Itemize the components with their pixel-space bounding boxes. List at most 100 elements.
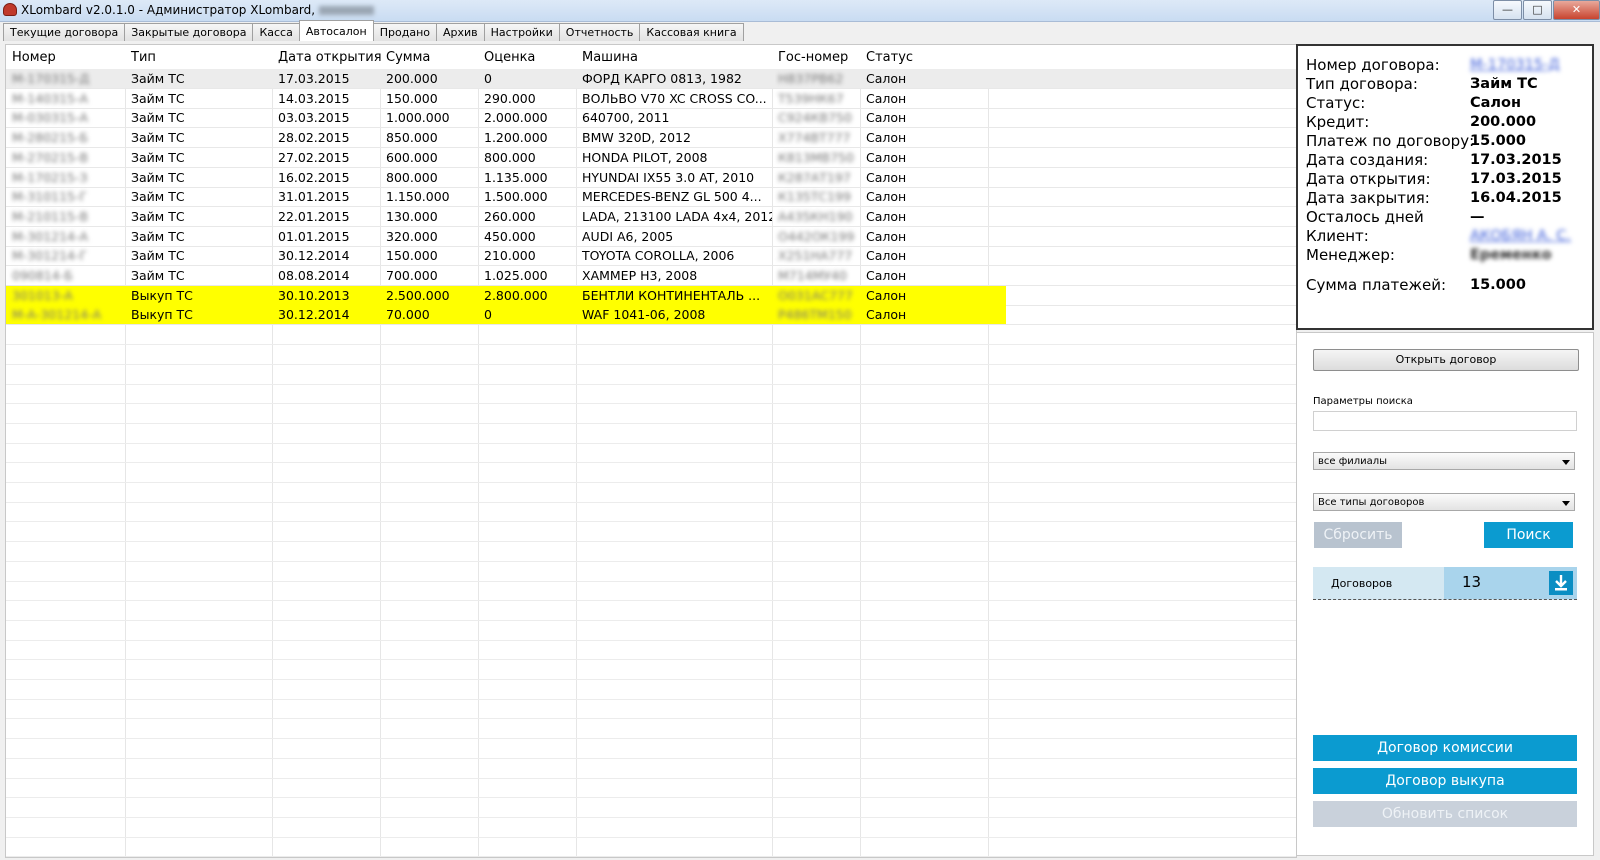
minimize-icon[interactable]: — [1493,0,1522,20]
cell-date: 14.03.2015 [278,90,350,106]
cell-plate: Х774ВТ777 [778,130,851,146]
open-contract-button[interactable]: Открыть договор [1313,349,1579,371]
cell-status: Салон [866,307,907,323]
cell-type: Займ ТС [131,248,185,264]
cell-sum: 150.000 [386,90,438,106]
search-button[interactable]: Поиск [1484,522,1573,548]
search-input[interactable] [1313,411,1577,431]
col-header-sum[interactable]: Сумма [380,45,478,69]
branch-select-value: все филиалы [1318,456,1388,467]
tab-sold[interactable]: Продано [372,23,437,41]
cell-num: М-301214-Г [12,248,88,264]
table-row[interactable]: 301013-А Выкуп ТС 30.10.2013 2.500.000 2.800… [6,285,1296,306]
cell-car: HONDA PILOT, 2008 [582,149,708,165]
empty-row [6,424,1296,444]
empty-row [6,719,1296,740]
cell-plate: К287АТ197 [778,169,851,185]
col-header-estimate[interactable]: Оценка [478,45,576,69]
col-header-status[interactable]: Статус [860,45,988,69]
col-header-type[interactable]: Тип [125,45,272,69]
reset-button[interactable]: Сбросить [1314,522,1402,548]
download-icon[interactable] [1549,571,1573,595]
cell-plate: К813МВ750 [778,149,854,165]
cell-car: HYUNDAI IX55 3.0 AT, 2010 [582,169,755,185]
refresh-list-button[interactable]: Обновить список [1313,801,1577,827]
col-header-car[interactable]: Машина [576,45,772,69]
detail-label: Кредит: [1306,113,1370,131]
cell-sum: 850.000 [386,130,438,146]
table-row[interactable]: 090814-Б Займ ТС 08.08.2014 700.000 1.025.00… [6,266,1296,286]
table-row[interactable]: М-210115-В Займ ТС 22.01.2015 130.000 260.00… [6,207,1296,227]
cell-plate: М714МУ40 [778,268,847,283]
table-row[interactable]: М-170215-З Займ ТС 16.02.2015 800.000 1.135.… [6,168,1296,188]
detail-value: 16.04.2015 [1470,190,1562,206]
cell-date: 17.03.2015 [278,71,350,86]
table-row[interactable]: М-301214-А Займ ТС 01.01.2015 320.000 450.00… [6,227,1296,247]
buyout-contract-button[interactable]: Договор выкупа [1313,768,1577,794]
empty-row [6,404,1296,424]
empty-row [6,562,1296,582]
tab-reports[interactable]: Отчетность [558,23,641,41]
detail-contract-type: Тип договора: Займ ТС [1306,75,1586,94]
col-header-plate[interactable]: Гос-номер [772,45,860,69]
table-row[interactable]: М-301214-Г Займ ТС 30.12.2014 150.000 210.00… [6,246,1296,267]
table-row[interactable]: М-280215-Б Займ ТС 28.02.2015 850.000 1.200.… [6,128,1296,149]
detail-value: 17.03.2015 [1470,171,1562,187]
table-row[interactable]: М-140315-А Займ ТС 14.03.2015 150.000 290.00… [6,89,1296,109]
cell-num: М-310115-Г [12,189,88,205]
tab-cash[interactable]: Касса [252,23,300,41]
client-link[interactable]: АКОБЯН А. С. [1470,228,1571,244]
branch-select[interactable]: все филиалы [1313,452,1575,470]
cell-date: 27.02.2015 [278,149,350,165]
table-row[interactable]: М-А-301214-А Выкуп ТС 30.12.2014 70.000 0 WAF… [6,305,1296,326]
counter-label: Договоров [1331,577,1393,590]
cell-car: LADA, 213100 LADA 4x4, 2012 [582,208,772,224]
col-header-number[interactable]: Номер [6,45,126,69]
contract-type-select[interactable]: Все типы договоров [1313,493,1575,511]
cell-sum: 70.000 [386,307,430,323]
cell-sum: 2.500.000 [386,287,450,303]
table-row[interactable]: М-270215-В Займ ТС 27.02.2015 600.000 800.00… [6,148,1296,168]
contract-number-link[interactable]: М-170315-Д [1470,57,1560,73]
tab-autosalon[interactable]: Автосалон [298,20,374,41]
table-row[interactable]: М-310115-Г Займ ТС 31.01.2015 1.150.000 1.50… [6,187,1296,208]
cell-est: 450.000 [484,228,536,244]
commission-contract-button[interactable]: Договор комиссии [1313,735,1577,761]
cell-type: Займ ТС [131,189,185,205]
empty-row [6,759,1296,779]
detail-label: Дата открытия: [1306,170,1431,188]
cell-date: 30.10.2013 [278,287,350,303]
empty-row [6,502,1296,523]
empty-row [6,798,1296,818]
cell-type: Займ ТС [131,149,185,165]
tab-cash-book[interactable]: Кассовая книга [639,23,744,41]
cell-type: Займ ТС [131,169,185,185]
contracts-grid[interactable]: Номер Тип Дата открытия Сумма Оценка Маш… [5,44,1297,858]
detail-payments-sum: Сумма платежей: 15.000 [1306,276,1586,295]
table-row[interactable]: М-170315-Д Займ ТС 17.03.2015 200.000 0 ФОРД … [6,69,1296,89]
close-icon[interactable]: ✕ [1553,0,1600,20]
cell-status: Салон [866,130,907,146]
cell-status: Салон [866,149,907,165]
cell-car: ФОРД КАРГО 0813, 1982 [582,71,742,86]
cell-sum: 700.000 [386,268,438,283]
detail-value: 15.000 [1470,277,1526,293]
cell-plate: О031АС777 [778,287,853,303]
window-titlebar: XLombard v2.0.1.0 - Администратор XLomba… [0,0,1600,22]
cell-type: Займ ТС [131,130,185,146]
table-row[interactable]: М-030315-А Займ ТС 03.03.2015 1.000.000 2.00… [6,108,1296,129]
tab-current-contracts[interactable]: Текущие договора [3,23,126,41]
cell-sum: 1.000.000 [386,110,450,126]
col-header-open-date[interactable]: Дата открытия [272,45,382,69]
contracts-counter: Договоров 13 [1313,567,1577,600]
cell-est: 2.800.000 [484,287,548,303]
detail-days-left: Осталось дней — [1306,208,1586,227]
tab-settings[interactable]: Настройки [483,23,560,41]
cell-est: 1.200.000 [484,130,548,146]
cell-date: 01.01.2015 [278,228,350,244]
tab-closed-contracts[interactable]: Закрытые договора [124,23,254,41]
grid-header: Номер Тип Дата открытия Сумма Оценка Маш… [6,45,1296,70]
maximize-icon[interactable]: □ [1523,0,1552,20]
detail-label: Дата создания: [1306,151,1429,169]
tab-archive[interactable]: Архив [436,23,485,41]
